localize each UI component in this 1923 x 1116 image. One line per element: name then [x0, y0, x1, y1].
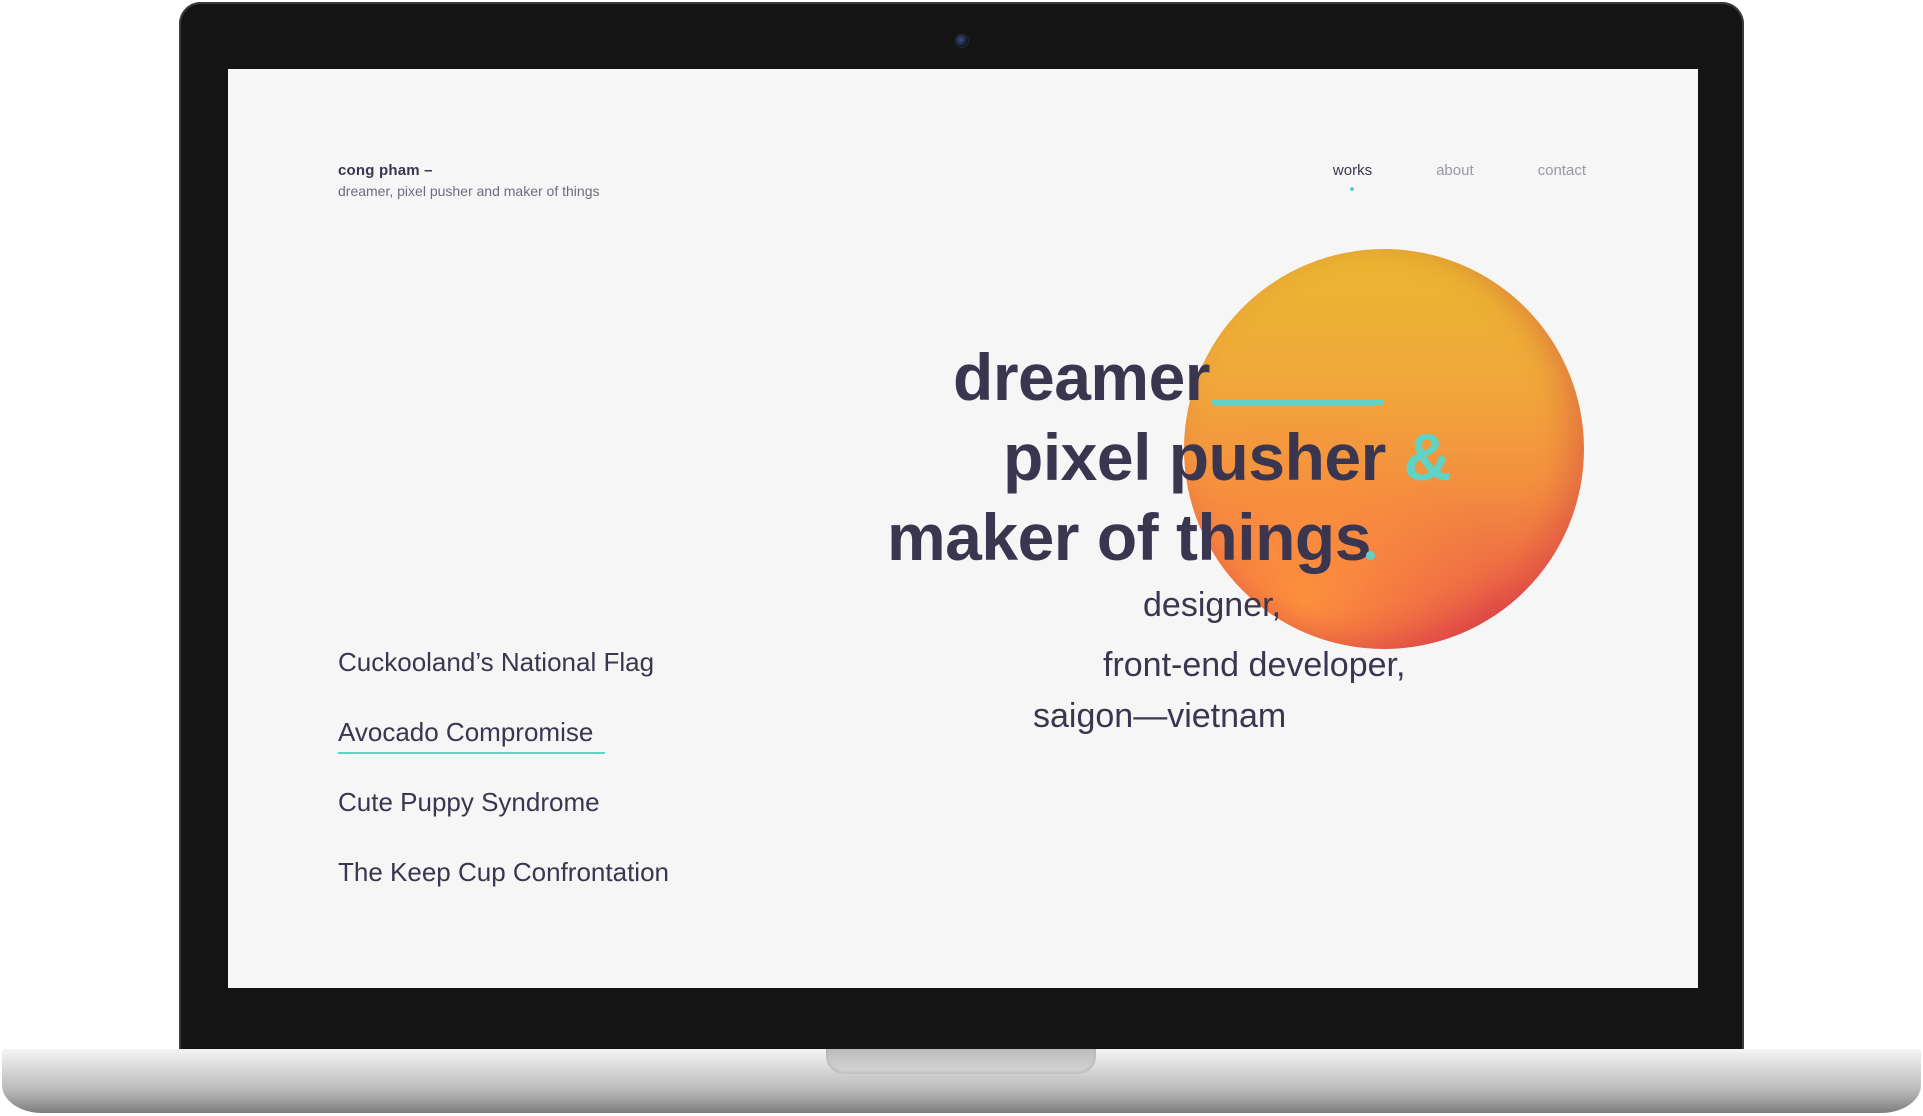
- hero-line-2: pixel pusher &: [1003, 419, 1451, 495]
- hero-dash-accent: [1212, 400, 1384, 405]
- work-item-keep-cup[interactable]: The Keep Cup Confrontation: [338, 854, 669, 924]
- brand[interactable]: cong pham – dreamer, pixel pusher and ma…: [338, 162, 599, 199]
- subtitle-line-3: saigon—vietnam: [1033, 697, 1287, 735]
- hero-word-maker-of-things: maker of things: [887, 500, 1371, 574]
- hero-word-pixel-pusher: pixel pusher: [1003, 420, 1386, 494]
- subtitle-line-1: designer,: [1143, 586, 1281, 624]
- subtitle-line-2: front-end developer,: [1103, 646, 1406, 684]
- nav-item-contact[interactable]: contact: [1538, 162, 1586, 179]
- nav-item-label: works: [1332, 162, 1373, 179]
- hero-ampersand: &: [1403, 420, 1452, 494]
- works-list: Cuckooland’s National Flag Avocado Compr…: [338, 644, 669, 924]
- nav-item-label: about: [1436, 162, 1474, 179]
- hero-line-1: dreamer: [953, 339, 1211, 415]
- brand-tagline: dreamer, pixel pusher and maker of thing…: [338, 183, 600, 199]
- work-item-label: Cuckooland’s National Flag: [338, 647, 655, 677]
- brand-name[interactable]: cong pham –: [338, 162, 599, 179]
- hero-dot-accent: [1366, 551, 1375, 560]
- main-nav: works about contact: [1332, 162, 1586, 191]
- nav-item-works[interactable]: works: [1332, 162, 1373, 191]
- nav-item-label: contact: [1537, 162, 1586, 179]
- hero-line-3: maker of things: [887, 499, 1371, 575]
- laptop-opening-notch: [826, 1049, 1096, 1074]
- laptop-screen: cong pham – dreamer, pixel pusher and ma…: [228, 69, 1698, 988]
- webcam-icon: [955, 34, 969, 48]
- active-indicator-dot: [1350, 187, 1355, 191]
- hero-word-dreamer: dreamer: [953, 340, 1211, 414]
- work-item-label: The Keep Cup Confrontation: [338, 857, 669, 887]
- work-item-label: Cute Puppy Syndrome: [338, 787, 600, 817]
- work-item-avocado[interactable]: Avocado Compromise: [338, 714, 669, 784]
- work-item-cute-puppy[interactable]: Cute Puppy Syndrome: [338, 784, 669, 854]
- work-item-label: Avocado Compromise: [338, 714, 606, 754]
- nav-item-about[interactable]: about: [1436, 162, 1474, 179]
- work-item-cuckooland[interactable]: Cuckooland’s National Flag: [338, 644, 669, 714]
